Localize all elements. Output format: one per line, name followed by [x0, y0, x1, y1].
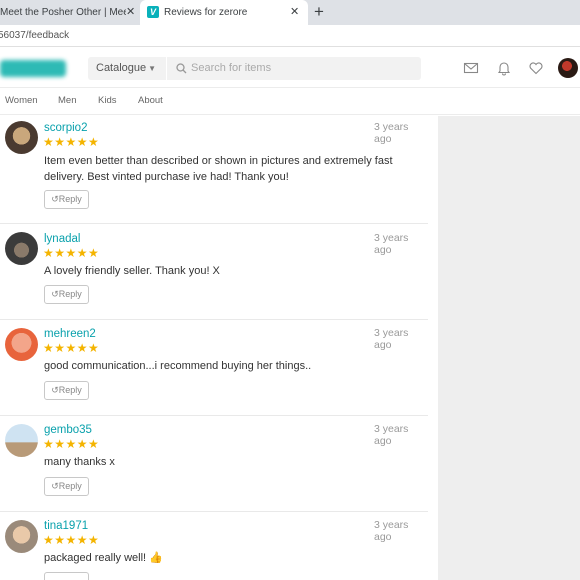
rating-stars: ★★★★★ [43, 135, 100, 149]
reviewer-name[interactable]: gembo35 [44, 424, 92, 436]
user-avatar[interactable] [558, 58, 578, 78]
side-panel [438, 116, 580, 580]
mail-icon[interactable] [463, 60, 479, 76]
heart-icon[interactable] [528, 60, 544, 76]
review-text: many thanks x [44, 456, 115, 468]
reply-label: Reply [58, 289, 82, 299]
reply-button[interactable] [44, 572, 89, 580]
reply-label: Reply [58, 194, 82, 204]
reviewer-name[interactable]: lynadal [44, 233, 80, 245]
bell-icon[interactable] [496, 60, 512, 76]
reply-button[interactable]: ↺Reply [44, 285, 89, 304]
close-icon[interactable]: ✕ [126, 0, 135, 25]
reply-label: Reply [58, 385, 82, 395]
reviewer-name[interactable]: mehreen2 [44, 328, 96, 340]
site-logo[interactable] [0, 60, 66, 77]
review-text: Item even better than described or shown… [44, 155, 393, 183]
address-bar[interactable]: 56037/feedback [0, 25, 580, 47]
review-date: 3 years ago [374, 519, 409, 543]
review-item: gembo35 ★★★★★ 3 years ago many thanks x … [0, 416, 428, 512]
search-icon [176, 63, 187, 74]
browser-tab-reviews[interactable]: V Reviews for zerore ✕ [140, 0, 308, 25]
review-item: scorpio2 ★★★★★ 3 years ago Item even bet… [0, 116, 428, 224]
review-date: 3 years ago [374, 121, 409, 145]
url-text[interactable]: 56037/feedback [0, 25, 69, 47]
rating-stars: ★★★★★ [43, 246, 100, 260]
new-tab-button[interactable]: + [314, 0, 324, 25]
reviewer-avatar[interactable] [5, 232, 38, 265]
rating-stars: ★★★★★ [43, 437, 100, 451]
search-placeholder: Search for items [191, 62, 272, 74]
review-item: mehreen2 ★★★★★ 3 years ago good communic… [0, 320, 428, 416]
rating-stars: ★★★★★ [43, 533, 100, 547]
review-text: good communication...i recommend buying … [44, 360, 312, 372]
browser-tab-posher[interactable]: Meet the Posher Other | Meet Yo ✕ [0, 0, 138, 25]
review-item: tina1971 ★★★★★ 3 years ago packaged real… [0, 512, 428, 580]
category-nav: Women Men Kids About [0, 89, 580, 115]
nav-item-men[interactable]: Men [58, 89, 76, 113]
catalog-label: Catalogue [96, 62, 147, 74]
browser-tab-bar: Meet the Posher Other | Meet Yo ✕ V Revi… [0, 0, 580, 25]
reply-button[interactable]: ↺Reply [44, 477, 89, 496]
nav-item-kids[interactable]: Kids [98, 89, 116, 113]
reply-icon: ↺ [51, 289, 59, 299]
rating-stars: ★★★★★ [43, 341, 100, 355]
tab-title: Meet the Posher Other | Meet Yo [0, 7, 126, 18]
catalog-dropdown[interactable]: Catalogue ▼ [88, 57, 166, 80]
reply-icon: ↺ [51, 194, 59, 204]
reply-label: Reply [58, 481, 82, 491]
vinted-favicon-icon: V [147, 6, 159, 18]
reply-button[interactable]: ↺Reply [44, 190, 89, 209]
review-date: 3 years ago [374, 327, 409, 351]
reply-icon: ↺ [51, 481, 59, 491]
reviewer-avatar[interactable] [5, 520, 38, 553]
reply-button[interactable]: ↺Reply [44, 381, 89, 400]
reviewer-name[interactable]: scorpio2 [44, 122, 87, 134]
nav-item-about[interactable]: About [138, 89, 163, 113]
review-text: packaged really well! 👍 [44, 552, 163, 564]
reply-icon: ↺ [51, 385, 59, 395]
review-item: lynadal ★★★★★ 3 years ago A lovely frien… [0, 224, 428, 320]
reviewer-name[interactable]: tina1971 [44, 520, 88, 532]
review-date: 3 years ago [374, 232, 409, 256]
close-icon[interactable]: ✕ [290, 0, 299, 25]
review-text: A lovely friendly seller. Thank you! X [44, 265, 220, 277]
reviewer-avatar[interactable] [5, 424, 38, 457]
site-header: Catalogue ▼ Search for items [0, 48, 580, 88]
review-date: 3 years ago [374, 423, 409, 447]
reviewer-avatar[interactable] [5, 121, 38, 154]
nav-item-women[interactable]: Women [5, 89, 38, 113]
tab-title: Reviews for zerore [164, 7, 248, 18]
reviewer-avatar[interactable] [5, 328, 38, 361]
search-input[interactable]: Search for items [167, 57, 421, 80]
chevron-down-icon: ▼ [148, 64, 156, 73]
